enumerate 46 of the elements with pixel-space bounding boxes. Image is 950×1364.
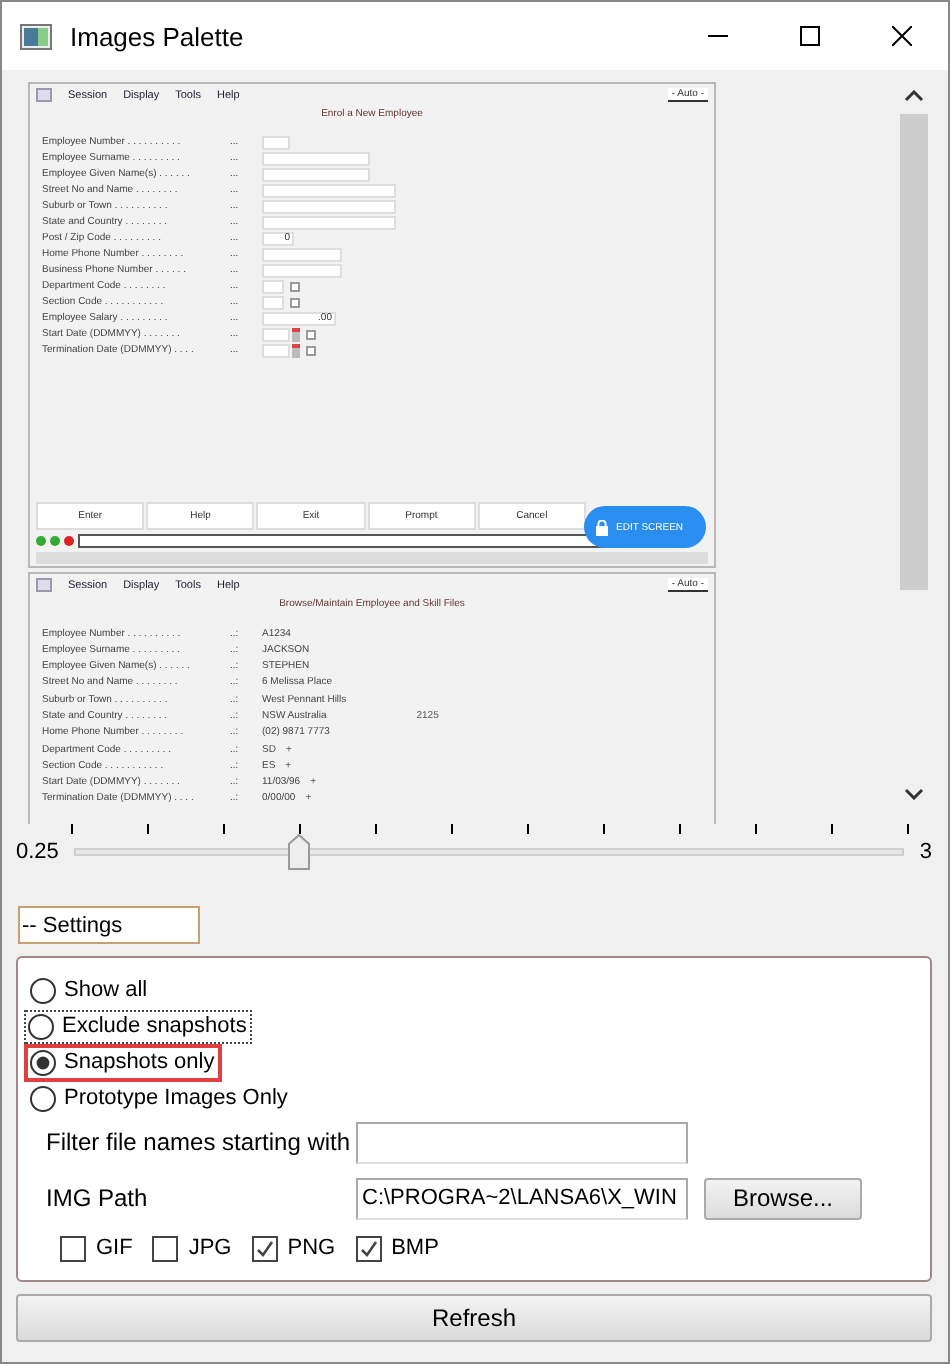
scrollbar-thumb[interactable]	[900, 114, 928, 590]
option-label: Prototype Images Only	[64, 1086, 288, 1110]
file-type-label: PNG	[287, 1236, 336, 1260]
file-type-label: JPG	[188, 1236, 232, 1260]
scroll-down-icon[interactable]	[904, 788, 924, 800]
refresh-button[interactable]: Refresh	[16, 1294, 932, 1342]
radio-option[interactable]: Show all	[24, 971, 156, 1009]
screen-snapshot[interactable]	[28, 82, 716, 568]
scroll-up-icon[interactable]	[904, 90, 924, 102]
img-path-field[interactable]: C:\PROGRA~2\LANSA6\X_WIN	[356, 1177, 688, 1219]
slider-thumb[interactable]	[288, 834, 311, 870]
checkbox[interactable]	[152, 1235, 179, 1261]
option-label: Exclude snapshots	[62, 1014, 247, 1038]
radio-button[interactable]	[30, 1085, 56, 1111]
radio-button[interactable]	[28, 1013, 54, 1039]
status-icon	[36, 536, 46, 546]
filter-label: Filter file names starting with	[46, 1128, 353, 1156]
app-icon	[20, 23, 52, 49]
settings-toggle[interactable]: -- Settings	[18, 906, 200, 944]
app-logo-icon	[36, 578, 52, 592]
radio-option[interactable]: Exclude snapshots	[24, 1009, 253, 1043]
file-type-label: GIF	[96, 1236, 133, 1260]
refresh-icon	[50, 536, 60, 546]
maximize-icon	[800, 26, 820, 46]
img-path-label: IMG Path	[46, 1184, 150, 1212]
radio-option[interactable]: Prototype Images Only	[24, 1079, 296, 1117]
radio-option[interactable]: Snapshots only	[24, 1043, 223, 1081]
browse-button[interactable]: Browse...	[704, 1177, 862, 1219]
radio-button[interactable]	[30, 1049, 56, 1075]
lock-icon	[596, 519, 608, 535]
checkbox[interactable]	[355, 1235, 382, 1261]
stop-icon	[64, 536, 74, 546]
file-type-label: BMP	[391, 1236, 439, 1260]
radio-button[interactable]	[30, 977, 56, 1003]
checkbox[interactable]	[60, 1235, 86, 1261]
screen-snapshot[interactable]	[28, 572, 716, 824]
zoom-slider[interactable]	[74, 834, 904, 870]
slider-min-label: 0.25	[16, 840, 59, 864]
close-icon	[892, 26, 912, 46]
app-logo-icon	[36, 88, 52, 102]
checkbox[interactable]	[251, 1235, 278, 1261]
filter-field[interactable]	[356, 1121, 688, 1163]
slider-max-label: 3	[919, 840, 932, 864]
window-title: Images Palette	[70, 21, 246, 51]
option-label: Show all	[64, 978, 148, 1002]
option-label: Snapshots only	[64, 1050, 215, 1074]
